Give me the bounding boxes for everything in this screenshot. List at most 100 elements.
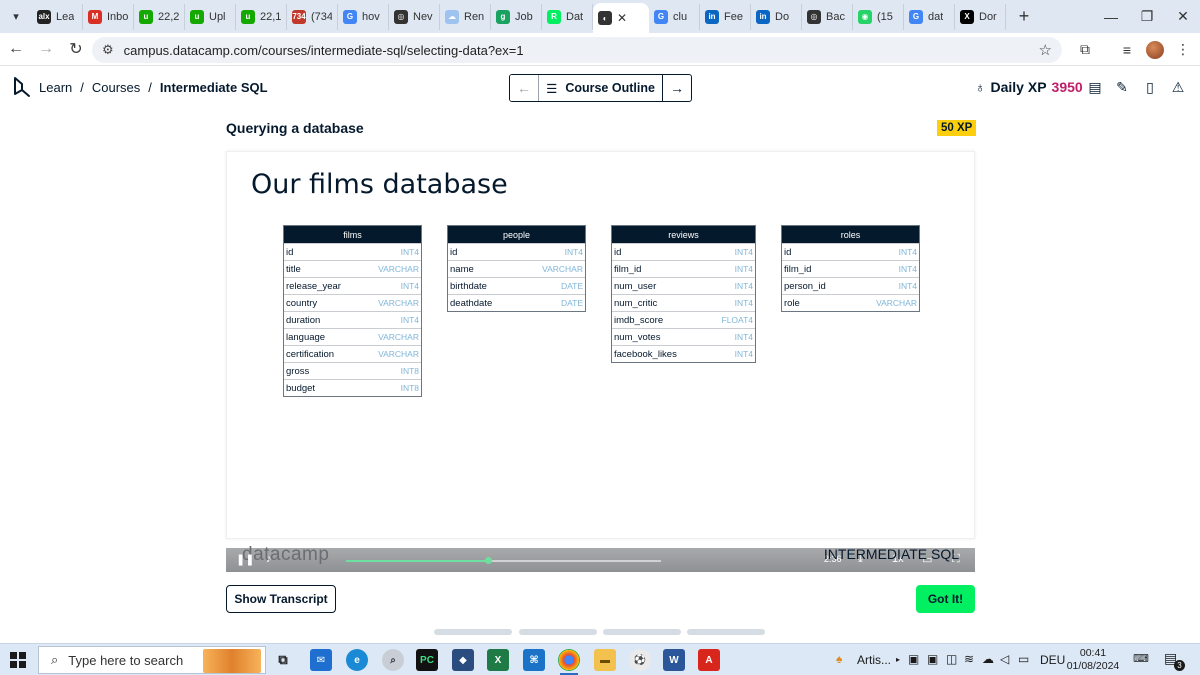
browser-tab[interactable]: ◎ Nev — [389, 3, 440, 30]
soccer-app-icon[interactable]: ⚽ — [629, 649, 651, 671]
browser-tab[interactable]: u Upl — [185, 3, 236, 30]
tray-app-icon[interactable]: ▣ — [908, 652, 919, 666]
browser-tab[interactable]: ◉ (15 — [853, 3, 904, 30]
datacamp-logo-icon[interactable] — [12, 76, 32, 98]
url-text[interactable]: campus.datacamp.com/courses/intermediate… — [124, 43, 524, 58]
keyboard-icon[interactable]: ⌨ — [1133, 652, 1149, 665]
taskbar-clock[interactable]: 00:41 01/08/2024 — [1064, 647, 1122, 673]
got-it-button[interactable]: Got It! — [916, 585, 975, 613]
media-controls-icon[interactable]: ≡ — [1112, 33, 1142, 66]
weather-icon[interactable]: ♠ — [836, 652, 842, 666]
previous-exercise-button[interactable]: ← — [510, 75, 539, 101]
back-icon[interactable]: ← — [2, 35, 30, 63]
pycharm-icon[interactable]: PC — [416, 649, 438, 671]
browser-tab-title: Dor — [979, 10, 997, 23]
vscode-icon[interactable]: ⌘ — [523, 649, 545, 671]
browser-tab-title: Bac — [826, 10, 845, 23]
video-progress-knob[interactable] — [484, 557, 492, 564]
browser-tab[interactable]: ☁ Ren — [440, 3, 491, 30]
browser-tab[interactable]: 734 (734 — [287, 3, 338, 30]
column-type: VARCHAR — [378, 298, 419, 308]
site-info-icon[interactable]: ⚙ — [102, 42, 114, 58]
forward-icon[interactable]: → — [32, 35, 60, 63]
browser-tab[interactable]: in Do — [751, 3, 802, 30]
excel-icon[interactable]: X — [487, 649, 509, 671]
close-tab-icon[interactable]: ✕ — [617, 11, 627, 25]
table-header: films — [284, 226, 421, 243]
table-row: id INT4 — [284, 243, 421, 260]
file-explorer-icon[interactable]: ▬ — [594, 649, 616, 671]
weather-label[interactable]: Artis... — [857, 653, 891, 667]
breadcrumb-learn[interactable]: Learn — [39, 80, 72, 95]
alert-icon[interactable]: ⚠ — [1169, 78, 1187, 96]
browser-tab[interactable]: ◐ ✕ — [593, 3, 649, 33]
browser-tab[interactable]: u 22,2 — [134, 3, 185, 30]
reload-icon[interactable]: ↻ — [62, 35, 90, 63]
windows-start-icon[interactable] — [10, 652, 26, 668]
taskbar-search[interactable]: ⌕ Type here to search — [38, 646, 266, 674]
bookmark-star-icon[interactable]: ☆ — [1039, 41, 1052, 59]
browser-tab[interactable]: R Dat — [542, 3, 593, 30]
pause-icon[interactable]: ❚❚ — [236, 553, 254, 566]
new-tab-icon[interactable]: + — [1012, 6, 1036, 27]
browser-tab[interactable]: Gclu — [649, 3, 700, 30]
edge-icon[interactable]: e — [346, 649, 368, 671]
browser-tab[interactable]: u 22,1 — [236, 3, 287, 30]
course-outline-button[interactable]: ☰ Course Outline — [539, 75, 663, 101]
profile-avatar[interactable] — [1140, 33, 1170, 66]
breadcrumb-courses[interactable]: Courses — [92, 80, 140, 95]
word-icon[interactable]: W — [663, 649, 685, 671]
mail-app-icon[interactable]: ✉ — [310, 649, 332, 671]
column-name: name — [450, 263, 474, 275]
tab-search-chevron-icon[interactable]: ▾ — [4, 5, 28, 29]
xp-badge: 50 XP — [937, 120, 977, 136]
column-name: num_critic — [614, 297, 658, 309]
browser-tab-title: Do — [775, 10, 790, 23]
acrobat-icon[interactable]: A — [698, 649, 720, 671]
browser-tab-title: Dat — [566, 10, 584, 23]
browser-menu-icon[interactable]: ⋮ — [1168, 33, 1198, 66]
browser-tab[interactable]: M Inbo — [83, 3, 134, 30]
tray-app-icon[interactable]: ▣ — [927, 652, 938, 666]
extensions-icon[interactable]: ⧉ — [1070, 33, 1100, 66]
address-bar[interactable]: ⚙ campus.datacamp.com/courses/intermedia… — [92, 37, 1062, 63]
edit-icon[interactable]: ✎ — [1113, 78, 1131, 96]
upwork-icon: u — [241, 9, 255, 24]
browser-tab[interactable]: ◎ Bac — [802, 3, 853, 30]
slides-icon[interactable]: ▤ — [1086, 78, 1104, 96]
pager-dot[interactable] — [603, 629, 681, 635]
video-progress-bar[interactable] — [346, 557, 661, 564]
tray-app-icon[interactable]: ◫ — [946, 652, 957, 666]
browser-tab[interactable]: alx Lea — [32, 3, 83, 30]
browser-tab[interactable]: X Dor — [955, 3, 1006, 30]
wifi-icon[interactable]: ≋ — [964, 652, 974, 666]
video-slide[interactable]: Our films database films id INT4 title VARCH… — [226, 151, 975, 539]
cloud-icon[interactable]: ☁ — [982, 652, 994, 666]
daily-xp[interactable]: ♁ Daily XP 3950 — [975, 79, 1083, 95]
battery-icon[interactable]: ▭ — [1018, 652, 1029, 666]
volume-icon[interactable]: ♪ — [266, 553, 272, 565]
dbeaver-icon[interactable]: ◆ — [452, 649, 474, 671]
table-row: gross INT8 — [284, 362, 421, 379]
browser-tab[interactable]: Gdat — [904, 3, 955, 30]
next-exercise-button[interactable]: → — [663, 75, 691, 101]
language-indicator[interactable]: DEU — [1040, 653, 1065, 667]
browser-tab[interactable]: g Job — [491, 3, 542, 30]
video-watermark: datacamp — [242, 544, 330, 565]
pager-dot[interactable] — [519, 629, 597, 635]
browser-tab[interactable]: Ghov — [338, 3, 389, 30]
tray-expand-icon[interactable]: ▸ — [896, 655, 900, 664]
video-controls: datacamp ❚❚ ♪ 2:36 ⤓ 1x ▭ ⛶ INTERMEDIATE… — [226, 544, 975, 572]
speaker-icon[interactable]: ◁ — [1000, 652, 1009, 666]
close-window-icon[interactable]: ✕ — [1160, 0, 1200, 33]
pager-dot[interactable] — [434, 629, 512, 635]
chrome-icon[interactable] — [558, 649, 580, 675]
show-transcript-button[interactable]: Show Transcript — [226, 585, 336, 613]
breadcrumb-course[interactable]: Intermediate SQL — [160, 80, 268, 95]
task-view-icon[interactable]: ⧉ — [272, 649, 294, 671]
pager-dot[interactable] — [687, 629, 765, 635]
mobile-icon[interactable]: ▯ — [1141, 78, 1159, 96]
browser-tab-title: dat — [928, 10, 944, 23]
search-app-icon[interactable]: ⌕ — [382, 649, 404, 671]
browser-tab[interactable]: in Fee — [700, 3, 751, 30]
